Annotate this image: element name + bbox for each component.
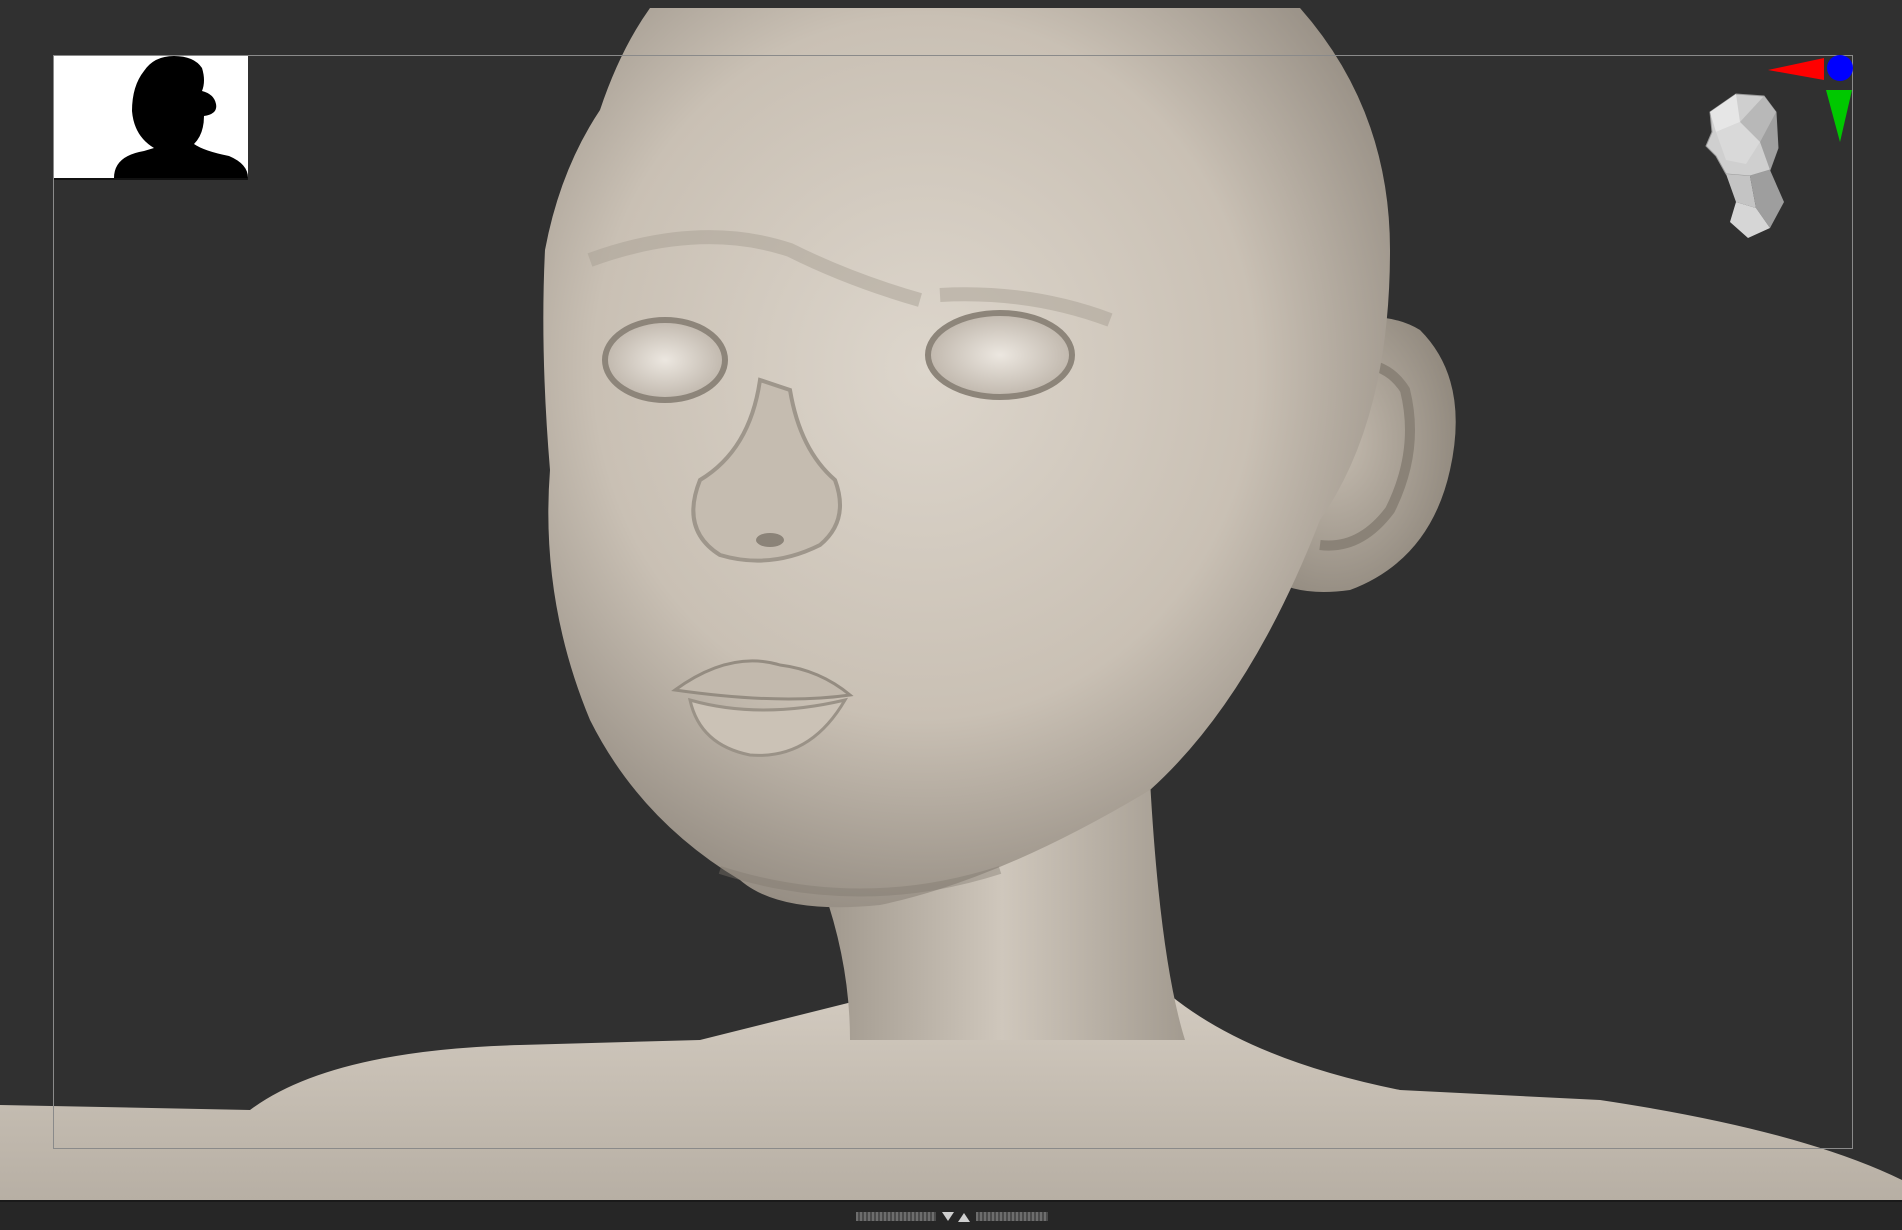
- head-orientation-icon: [1705, 55, 1853, 238]
- collapse-expand-icon[interactable]: [940, 1210, 972, 1224]
- silhouette-icon: [54, 56, 248, 178]
- model-eye-left: [602, 317, 728, 403]
- navigation-gizmo[interactable]: [1700, 52, 1860, 252]
- model-head: [543, 8, 1390, 908]
- model-nostril: [756, 533, 784, 547]
- z-axis-dot: [1827, 55, 1853, 81]
- y-axis-arrow: [1826, 90, 1852, 142]
- silhouette-thumbnail[interactable]: [54, 56, 248, 180]
- x-axis-arrow: [1768, 58, 1824, 80]
- shelf-grip-left[interactable]: [856, 1212, 936, 1221]
- canvas-viewport[interactable]: [0, 0, 1902, 1200]
- model-eye-right: [925, 310, 1075, 400]
- bottom-shelf-bar: [0, 1200, 1902, 1230]
- shelf-grip-right[interactable]: [976, 1212, 1048, 1221]
- sculpt-model[interactable]: [0, 0, 1902, 1200]
